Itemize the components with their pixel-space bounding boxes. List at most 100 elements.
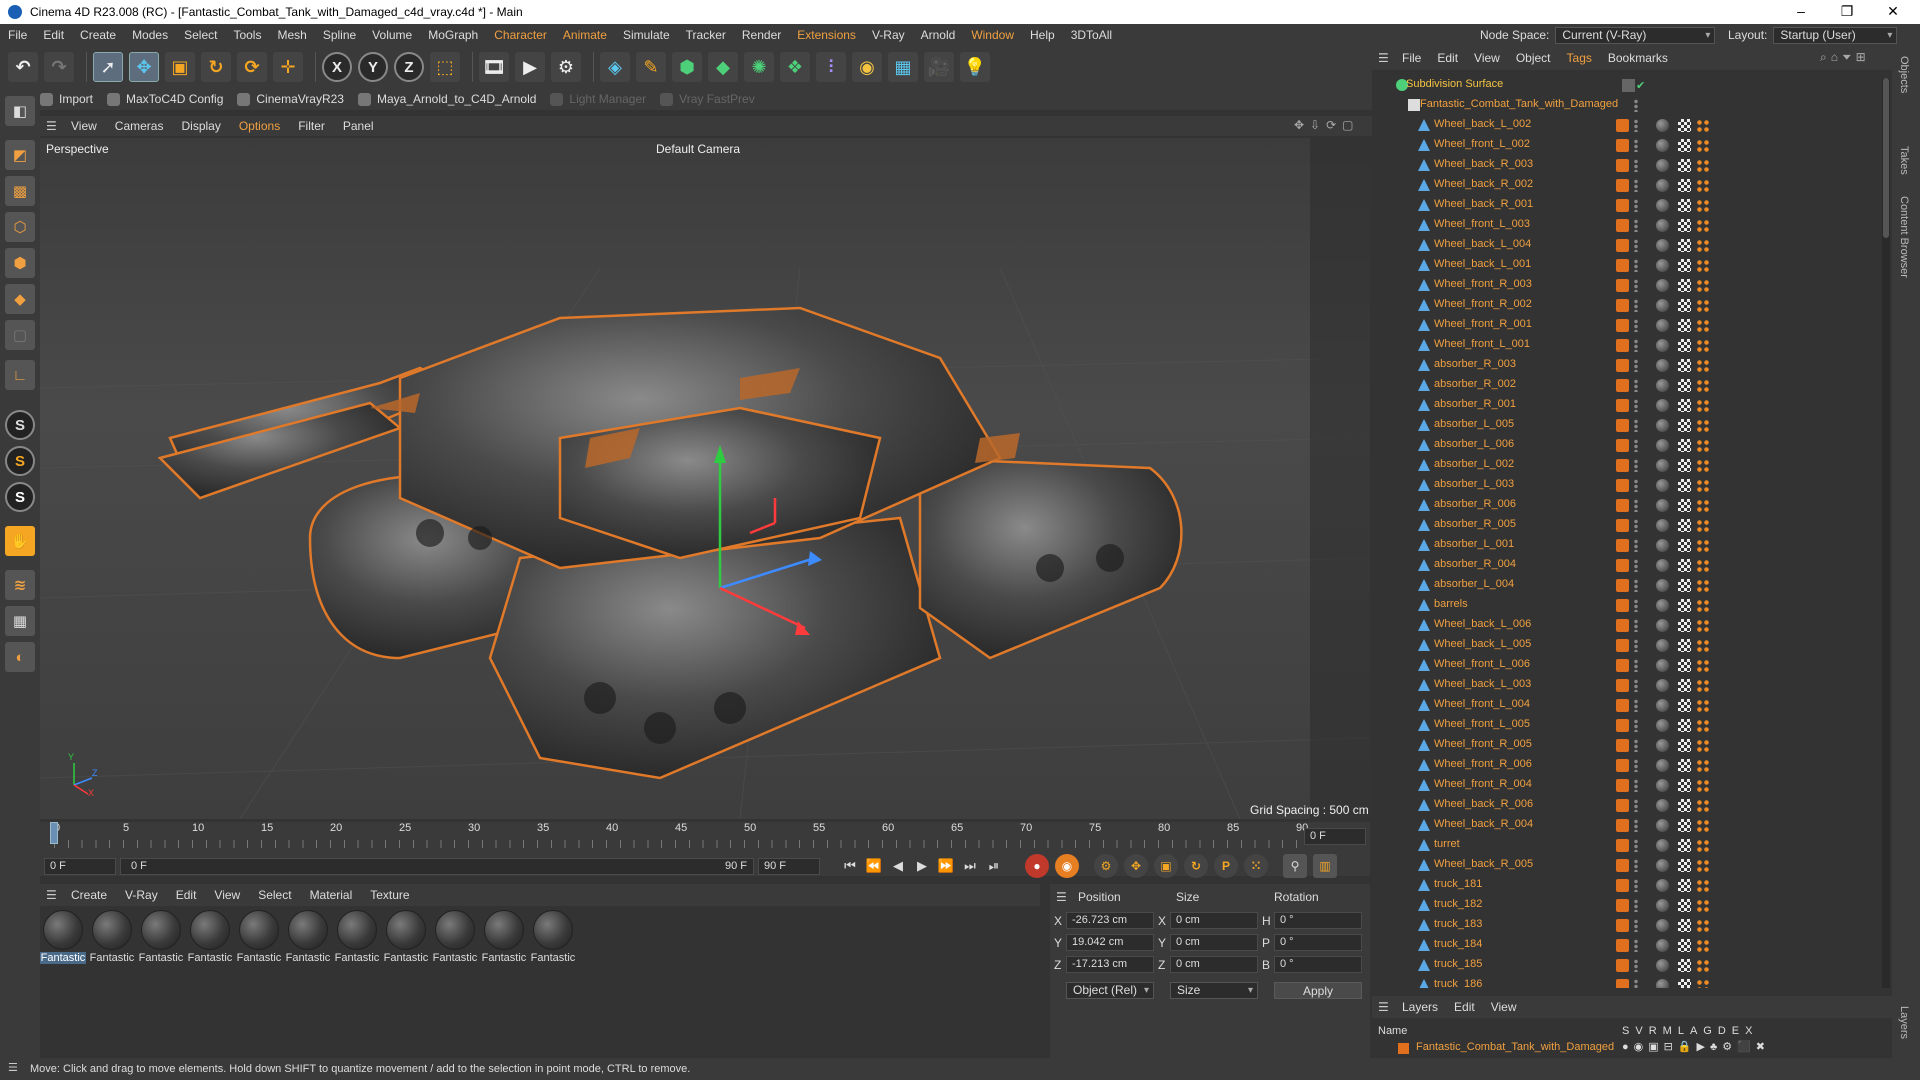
vray-tag-icon[interactable] bbox=[1696, 179, 1710, 192]
object-name[interactable]: Wheel_back_R_004 bbox=[1434, 818, 1533, 830]
layer-menu-edit[interactable]: Edit bbox=[1446, 1000, 1483, 1014]
goto-start-icon[interactable]: ⏮ bbox=[840, 857, 860, 875]
texture-tag-icon[interactable] bbox=[1678, 839, 1691, 852]
layer-color-tag[interactable] bbox=[1616, 859, 1629, 872]
maximize-button[interactable]: ❐ bbox=[1824, 0, 1870, 24]
layer-menu-layers[interactable]: Layers bbox=[1394, 1000, 1446, 1014]
menu-render[interactable]: Render bbox=[734, 24, 789, 46]
layer-color-tag[interactable] bbox=[1616, 699, 1629, 712]
layer-color-tag[interactable] bbox=[1616, 279, 1629, 292]
preview-range-slider[interactable]: 0 F 90 F bbox=[120, 857, 754, 875]
object-row[interactable]: absorber_R_002 bbox=[1372, 376, 1880, 396]
object-name[interactable]: truck_182 bbox=[1434, 898, 1482, 910]
texture-tag-icon[interactable] bbox=[1678, 879, 1691, 892]
material-tag-icon[interactable] bbox=[1656, 859, 1669, 872]
object-row[interactable]: Wheel_back_R_001 bbox=[1372, 196, 1880, 216]
hamburger-icon[interactable]: ☰ bbox=[46, 119, 62, 133]
visibility-dots-icon[interactable] bbox=[1634, 219, 1638, 232]
redo-icon[interactable]: ↷ bbox=[44, 52, 74, 82]
vray-tag-icon[interactable] bbox=[1696, 319, 1710, 332]
texture-tag-icon[interactable] bbox=[1678, 579, 1691, 592]
render-view-icon[interactable]: 🎞 bbox=[479, 52, 509, 82]
object-row[interactable]: Wheel_front_R_002 bbox=[1372, 296, 1880, 316]
object-name[interactable]: Wheel_back_L_006 bbox=[1434, 618, 1531, 630]
vray-tag-icon[interactable] bbox=[1696, 259, 1710, 272]
object-row[interactable]: Wheel_front_L_001 bbox=[1372, 336, 1880, 356]
object-name[interactable]: Wheel_front_L_001 bbox=[1434, 338, 1530, 350]
material-menu-texture[interactable]: Texture bbox=[361, 888, 418, 902]
vray-tag-icon[interactable] bbox=[1696, 939, 1710, 952]
visibility-dots-icon[interactable] bbox=[1634, 639, 1638, 652]
visibility-dots-icon[interactable] bbox=[1634, 599, 1638, 612]
visibility-dots-icon[interactable] bbox=[1634, 779, 1638, 792]
snap-icon[interactable]: S bbox=[5, 410, 35, 440]
object-name[interactable]: truck_185 bbox=[1434, 958, 1482, 970]
timeline-window-icon[interactable]: ▥ bbox=[1313, 854, 1337, 878]
material-tag-icon[interactable] bbox=[1656, 819, 1669, 832]
texture-tag-icon[interactable] bbox=[1678, 199, 1691, 212]
texture-tag-icon[interactable] bbox=[1678, 119, 1691, 132]
texture-tag-icon[interactable] bbox=[1678, 139, 1691, 152]
deformer-icon[interactable]: ⫶ bbox=[816, 52, 846, 82]
viewport-menu-options[interactable]: Options bbox=[230, 119, 289, 133]
object-name[interactable]: truck_183 bbox=[1434, 918, 1482, 930]
make-editable-icon[interactable]: ◧ bbox=[5, 96, 35, 126]
viewport-menu-cameras[interactable]: Cameras bbox=[106, 119, 173, 133]
visibility-dots-icon[interactable] bbox=[1634, 159, 1638, 172]
object-row[interactable]: Wheel_front_L_003 bbox=[1372, 216, 1880, 236]
vray-tag-icon[interactable] bbox=[1696, 279, 1710, 292]
vray-tag-icon[interactable] bbox=[1696, 959, 1710, 972]
minimize-button[interactable]: – bbox=[1778, 0, 1824, 24]
object-row[interactable]: Wheel_front_R_006 bbox=[1372, 756, 1880, 776]
object-row[interactable]: truck_182 bbox=[1372, 896, 1880, 916]
visibility-dots-icon[interactable] bbox=[1634, 239, 1638, 252]
layer-color-tag[interactable] bbox=[1616, 299, 1629, 312]
vray-fastprev-button[interactable]: Vray FastPrev bbox=[660, 92, 755, 106]
object-menu-file[interactable]: File bbox=[1394, 51, 1429, 65]
object-name[interactable]: Wheel_front_R_005 bbox=[1434, 738, 1532, 750]
scrollbar-thumb[interactable] bbox=[1883, 78, 1889, 238]
visibility-dots-icon[interactable] bbox=[1634, 119, 1638, 132]
side-tab-objects[interactable]: Objects bbox=[1898, 56, 1910, 93]
material-tag-icon[interactable] bbox=[1656, 559, 1669, 572]
object-row[interactable]: Wheel_back_L_003 bbox=[1372, 676, 1880, 696]
material-menu-create[interactable]: Create bbox=[62, 888, 116, 902]
object-row[interactable]: Wheel_back_R_004 bbox=[1372, 816, 1880, 836]
floor-icon[interactable]: ▦ bbox=[888, 52, 918, 82]
menu-tracker[interactable]: Tracker bbox=[678, 24, 734, 46]
material-swatch[interactable]: Fantastic bbox=[334, 910, 380, 964]
pos-z-field[interactable]: -17.213 cm bbox=[1066, 956, 1154, 973]
layer-menu-view[interactable]: View bbox=[1483, 1000, 1525, 1014]
snap-settings-icon[interactable]: S bbox=[5, 446, 35, 476]
mograph-icon[interactable]: ❖ bbox=[780, 52, 810, 82]
material-swatch[interactable]: Fantastic bbox=[285, 910, 331, 964]
object-row[interactable]: turret bbox=[1372, 836, 1880, 856]
pos-x-field[interactable]: -26.723 cm bbox=[1066, 912, 1154, 929]
material-tag-icon[interactable] bbox=[1656, 679, 1669, 692]
object-row[interactable]: absorber_L_002 bbox=[1372, 456, 1880, 476]
node-space-dropdown[interactable]: Current (V-Ray) bbox=[1555, 26, 1716, 44]
layer-color-tag[interactable] bbox=[1616, 199, 1629, 212]
texture-tag-icon[interactable] bbox=[1678, 959, 1691, 972]
object-name[interactable]: Wheel_back_R_005 bbox=[1434, 858, 1533, 870]
visibility-dots-icon[interactable] bbox=[1634, 419, 1638, 432]
vray-tag-icon[interactable] bbox=[1696, 439, 1710, 452]
edge-mode-icon[interactable]: ⬢ bbox=[5, 248, 35, 278]
texture-tag-icon[interactable] bbox=[1678, 179, 1691, 192]
object-name[interactable]: Subdivision Surface bbox=[1406, 78, 1503, 90]
x-axis-lock-icon[interactable]: X bbox=[322, 52, 352, 82]
object-name[interactable]: Wheel_front_R_003 bbox=[1434, 278, 1532, 290]
vray-tag-icon[interactable] bbox=[1696, 799, 1710, 812]
visibility-dots-icon[interactable] bbox=[1634, 679, 1638, 692]
vray-tag-icon[interactable] bbox=[1696, 159, 1710, 172]
texture-tag-icon[interactable] bbox=[1678, 619, 1691, 632]
vray-tag-icon[interactable] bbox=[1696, 539, 1710, 552]
object-row[interactable]: Wheel_back_L_002 bbox=[1372, 116, 1880, 136]
vray-tag-icon[interactable] bbox=[1696, 219, 1710, 232]
camera-icon[interactable]: 🎥 bbox=[924, 52, 954, 82]
object-row[interactable]: Wheel_front_L_006 bbox=[1372, 656, 1880, 676]
object-row[interactable]: truck_184 bbox=[1372, 936, 1880, 956]
layer-color-tag[interactable] bbox=[1616, 899, 1629, 912]
record-keyframe-icon[interactable]: ● bbox=[1025, 854, 1049, 878]
material-tag-icon[interactable] bbox=[1656, 659, 1669, 672]
